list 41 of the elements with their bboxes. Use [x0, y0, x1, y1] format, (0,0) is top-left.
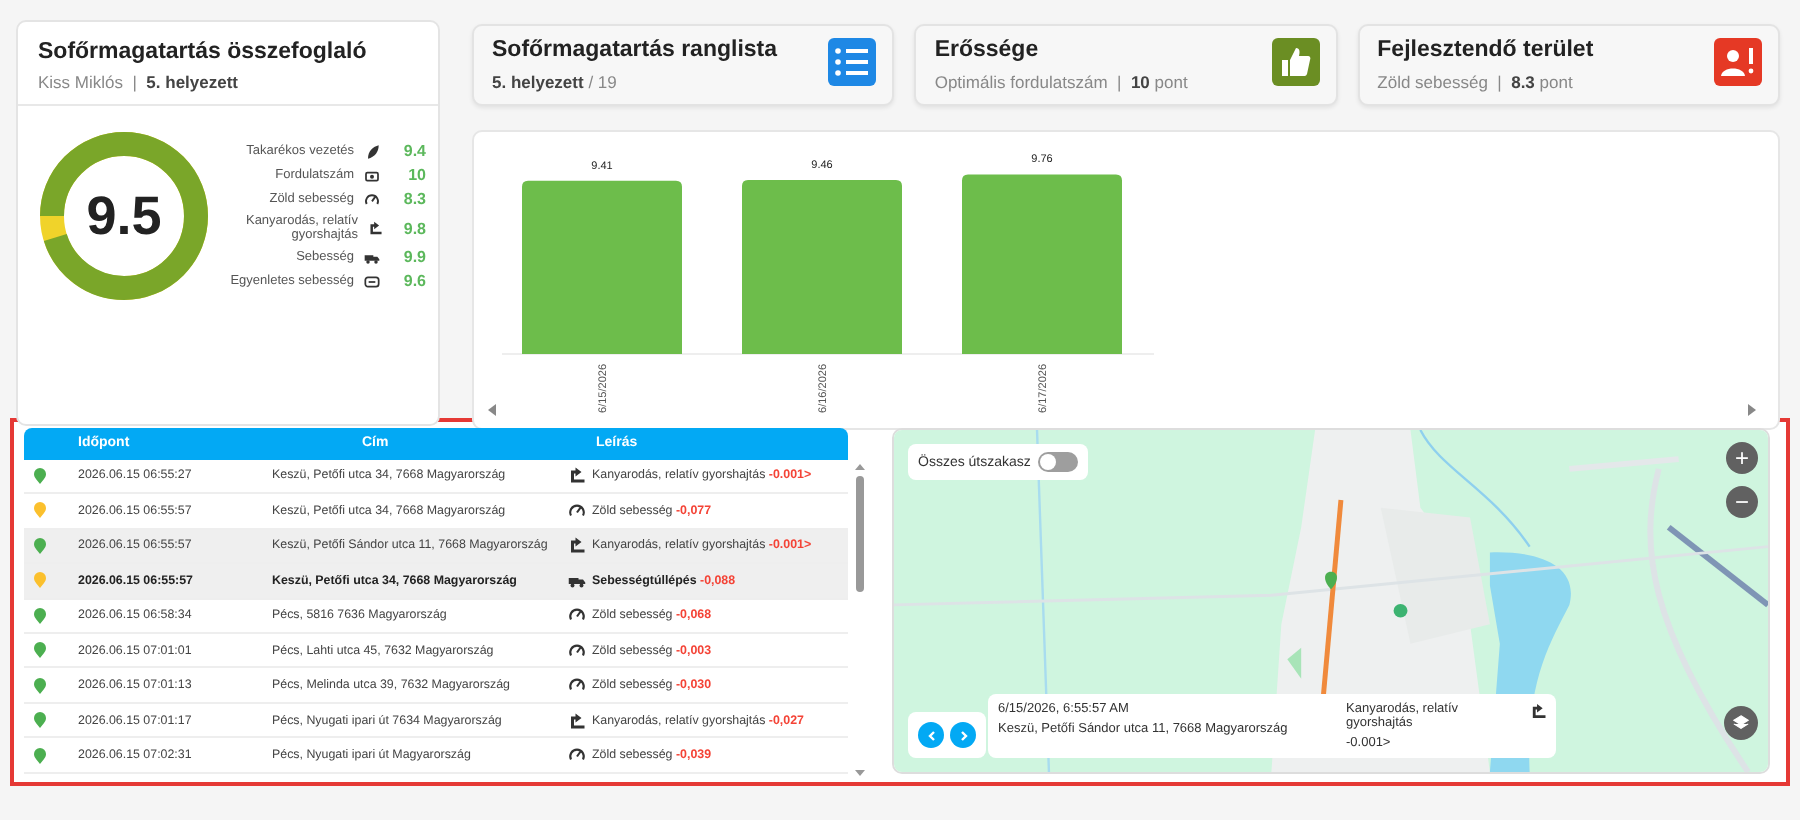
- metric-value: 9.6: [401, 272, 426, 290]
- gauge-icon: [364, 191, 380, 207]
- gauge-icon: [568, 641, 586, 660]
- chevron-left-icon: [925, 729, 937, 741]
- card-title: Fejlesztendő terület: [1377, 38, 1594, 62]
- turn-icon: [568, 711, 586, 730]
- turn-icon: [568, 536, 586, 555]
- thumbs-up-icon: [1271, 38, 1320, 86]
- leaf-icon: [364, 143, 380, 159]
- scrollbar[interactable]: [852, 462, 868, 778]
- turn-icon: [368, 220, 383, 236]
- metric-value: 9.9: [401, 248, 426, 266]
- card-title: Sofőrmagatartás összefoglaló: [38, 40, 369, 64]
- scroll-left-icon[interactable]: [488, 404, 496, 416]
- turn-icon: [568, 466, 586, 485]
- gauge-icon: [568, 606, 586, 625]
- metric-value: 9.8: [401, 219, 426, 237]
- chevron-right-icon: [957, 729, 969, 741]
- toggle-switch[interactable]: [1038, 452, 1079, 472]
- card-subtitle: Zöld sebesség | 8.3 pont: [1377, 72, 1575, 92]
- numbered-list-icon: [828, 38, 877, 86]
- card-title: Sofőrmagatartás ranglista: [492, 38, 778, 62]
- card-subtitle: 5. helyezett / 19: [492, 72, 619, 92]
- score-value: 9.5: [86, 185, 162, 247]
- gauge-icon: [568, 746, 586, 765]
- next-button[interactable]: [950, 722, 976, 748]
- truck-icon: [364, 249, 380, 265]
- previous-button[interactable]: [918, 722, 944, 748]
- cruise-icon: [364, 273, 380, 289]
- metric-value: 10: [406, 166, 426, 184]
- gauge-icon: [568, 676, 586, 695]
- card-title: Erőssége: [934, 38, 1041, 62]
- engine-icon: [364, 167, 380, 183]
- person-alert-icon: [1713, 38, 1762, 86]
- scroll-right-icon[interactable]: [1748, 404, 1756, 416]
- gauge-icon: [568, 501, 586, 520]
- turn-icon: [1529, 702, 1546, 720]
- card-subtitle: Optimális fordulatszám | 10 pont: [934, 72, 1188, 92]
- metric-value: 8.3: [401, 190, 426, 208]
- metric-value: 9.4: [401, 142, 426, 160]
- card-subtitle: Kiss Miklós | 5. helyezett: [38, 72, 240, 92]
